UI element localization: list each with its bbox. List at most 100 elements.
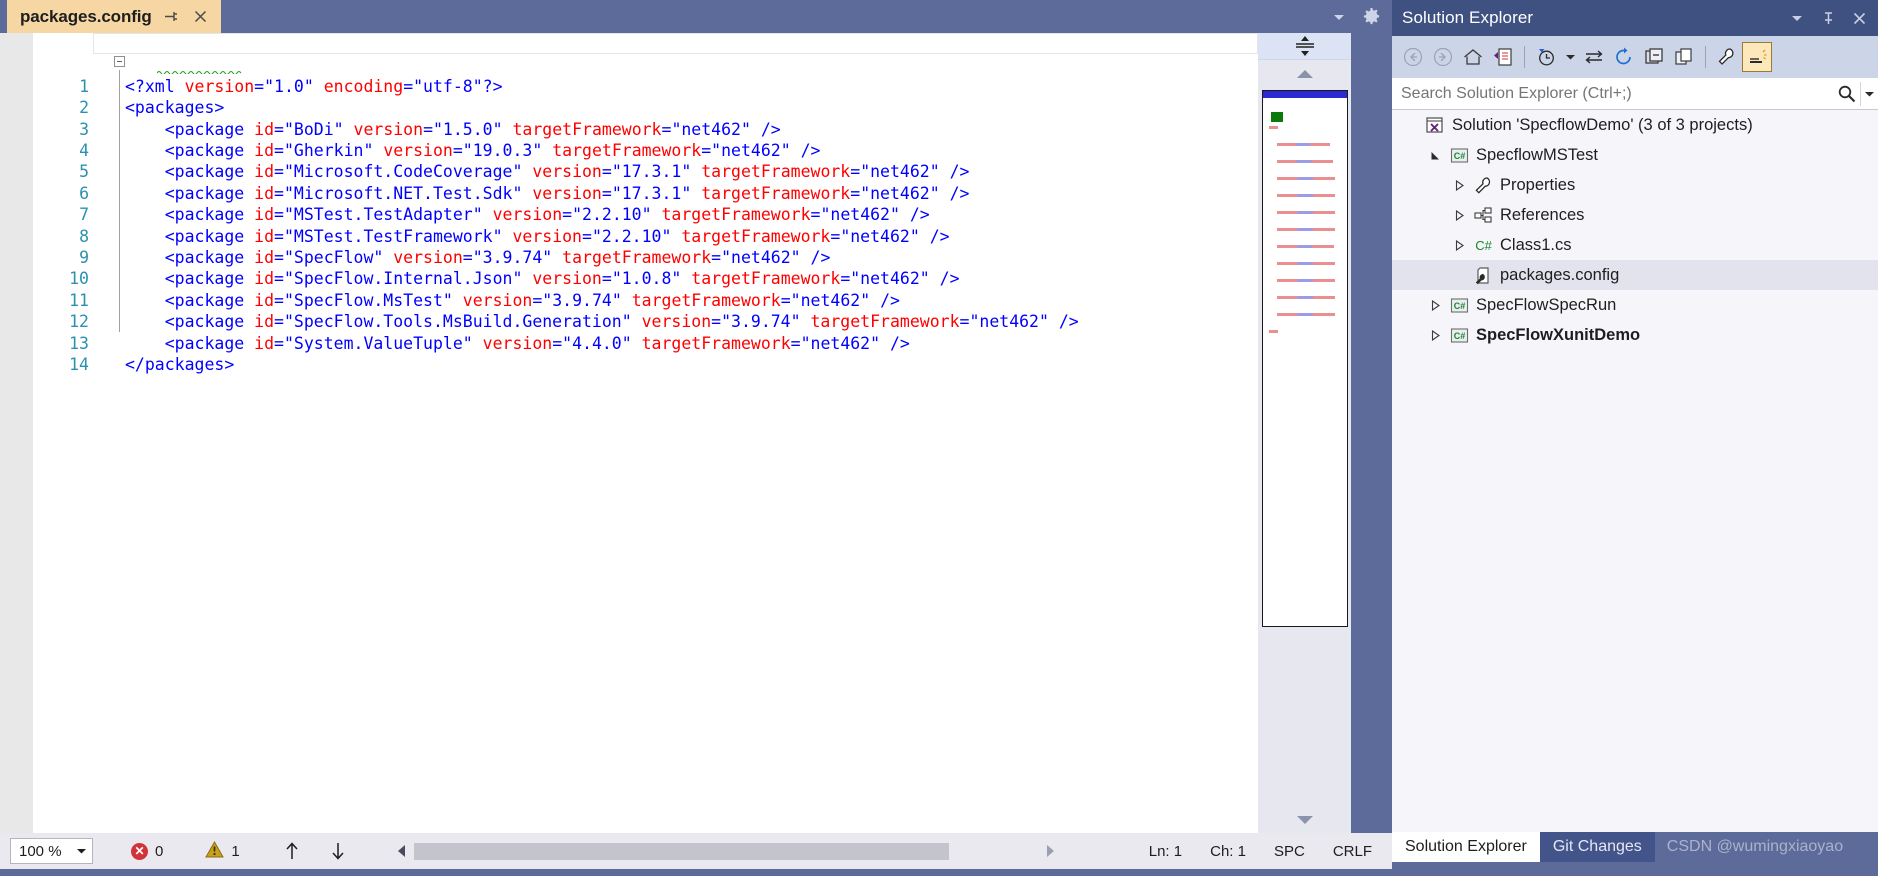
forward-button[interactable] <box>1428 42 1458 72</box>
horizontal-scrollbar-thumb[interactable] <box>414 842 949 860</box>
code-line[interactable]: 7 <package id="MSTest.TestAdapter" versi… <box>33 204 1258 225</box>
spaces-indicator[interactable]: SPC <box>1260 843 1319 860</box>
minimap-line <box>1277 177 1335 180</box>
next-issue-button[interactable] <box>320 833 356 869</box>
tree-item-specflowxunitdemo[interactable]: C# SpecFlowXunitDemo <box>1392 320 1878 350</box>
status-bar-right: Ln: 1 Ch: 1 SPC CRLF <box>1135 833 1392 869</box>
tree-item-packages-config[interactable]: packages.config <box>1392 260 1878 290</box>
code-line[interactable]: 2 <packages> <box>33 97 1258 118</box>
current-line-highlight <box>93 33 1258 55</box>
preview-pane-icon[interactable] <box>1742 42 1772 72</box>
code-line[interactable]: 12 <package id="SpecFlow.Tools.MsBuild.G… <box>33 311 1258 332</box>
code-line[interactable]: 4 <package id="Gherkin" version="19.0.3"… <box>33 140 1258 161</box>
vs-document-icon[interactable] <box>1488 42 1518 72</box>
close-icon[interactable] <box>1844 3 1874 33</box>
warning-count-item[interactable]: 1 <box>195 833 249 869</box>
split-view-icon[interactable] <box>1258 33 1351 60</box>
pin-icon[interactable] <box>1813 3 1843 33</box>
code-text-area[interactable]: 1 <?xml version="1.0" encoding="utf-8"?> 2… <box>33 33 1258 833</box>
editor-pane: packages.config 1 <?xml version="1.0" en… <box>0 0 1392 876</box>
tab-git-changes[interactable]: Git Changes <box>1539 832 1655 862</box>
minimap-line <box>1277 194 1335 197</box>
line-number: 1 <box>79 76 89 96</box>
tree-item-label: SpecflowMSTest <box>1476 145 1598 164</box>
collapsed-twisty-icon[interactable] <box>1448 230 1470 260</box>
search-icon[interactable] <box>1832 84 1860 103</box>
previous-issue-button[interactable] <box>274 833 310 869</box>
line-number: 7 <box>79 205 89 225</box>
code-line-text: <package id="Gherkin" version="19.0.3" t… <box>164 140 821 160</box>
zoom-level-combobox[interactable]: 100 % <box>10 838 93 864</box>
search-solution-explorer[interactable] <box>1392 78 1878 110</box>
code-line[interactable]: 10 <package id="SpecFlow.Internal.Json" … <box>33 268 1258 289</box>
chevron-down-icon[interactable] <box>1860 81 1878 106</box>
chevron-down-icon[interactable] <box>1782 3 1812 33</box>
scroll-right-arrow-icon[interactable] <box>1038 833 1062 869</box>
error-icon: ✕ <box>131 842 148 860</box>
config-file-icon <box>1470 260 1496 290</box>
code-line[interactable]: 11 <package id="SpecFlow.MsTest" version… <box>33 290 1258 311</box>
code-line[interactable]: 9 <package id="SpecFlow" version="3.9.74… <box>33 247 1258 268</box>
tree-item-solution-specflowdemo-3-of-3-projects[interactable]: Solution 'SpecflowDemo' (3 of 3 projects… <box>1392 110 1878 140</box>
scroll-left-arrow-icon[interactable] <box>390 833 414 869</box>
collapsed-twisty-icon[interactable] <box>1424 290 1446 320</box>
code-line-text: <?xml version="1.0" encoding="utf-8"?> <box>125 76 503 96</box>
code-line[interactable]: 1 <?xml version="1.0" encoding="utf-8"?> <box>33 76 1258 97</box>
code-line[interactable]: 8 <package id="MSTest.TestFramework" ver… <box>33 226 1258 247</box>
code-line[interactable]: 13 <package id="System.ValueTuple" versi… <box>33 333 1258 354</box>
wrench-icon <box>1470 170 1496 200</box>
chevron-down-icon[interactable] <box>1561 42 1579 72</box>
code-line[interactable]: 14 </packages> <box>33 354 1258 375</box>
collapsed-twisty-icon[interactable] <box>1448 200 1470 230</box>
line-number: 6 <box>79 183 89 203</box>
tree-item-label: packages.config <box>1500 265 1620 284</box>
code-line[interactable]: 5 <package id="Microsoft.CodeCoverage" v… <box>33 161 1258 182</box>
line-number: 10 <box>69 269 89 289</box>
tab-solution-explorer[interactable]: Solution Explorer <box>1392 832 1540 862</box>
home-icon[interactable] <box>1458 42 1488 72</box>
tree-item-specflowmstest[interactable]: C# SpecflowMSTest <box>1392 140 1878 170</box>
sync-arrows-icon[interactable] <box>1579 42 1609 72</box>
close-icon[interactable] <box>190 6 212 28</box>
collapsed-twisty-icon[interactable] <box>1448 170 1470 200</box>
solution-tree[interactable]: Solution 'SpecflowDemo' (3 of 3 projects… <box>1392 110 1878 832</box>
solution-explorer-header: Solution Explorer <box>1392 0 1878 36</box>
show-all-files-icon[interactable] <box>1669 42 1699 72</box>
tree-item-properties[interactable]: Properties <box>1392 170 1878 200</box>
back-button[interactable] <box>1398 42 1428 72</box>
tree-item-class1-cs[interactable]: C# Class1.cs <box>1392 230 1878 260</box>
search-input[interactable] <box>1392 84 1832 103</box>
code-line-text: <package id="SpecFlow.Tools.MsBuild.Gene… <box>164 312 1079 332</box>
watermark-text: CSDN @wumingxiaoyao <box>1666 838 1844 855</box>
minimap-viewport[interactable] <box>1263 91 1347 98</box>
line-number: 12 <box>69 312 89 332</box>
expanded-twisty-icon[interactable] <box>1424 140 1446 170</box>
collapsed-twisty-icon[interactable] <box>1424 320 1446 350</box>
scroll-down-arrow-icon[interactable] <box>1258 806 1351 833</box>
line-ending-indicator[interactable]: CRLF <box>1319 843 1392 860</box>
error-count-label: 0 <box>155 842 164 860</box>
solution-explorer-bottom-tabs: Solution Explorer Git Changes CSDN @wumi… <box>1392 832 1878 876</box>
minimap-line <box>1277 211 1335 214</box>
refresh-circle-icon[interactable] <box>1609 42 1639 72</box>
solution-icon <box>1422 110 1448 140</box>
editor-tab-packages-config[interactable]: packages.config <box>7 0 221 33</box>
error-count-item[interactable]: ✕ 0 <box>121 833 173 869</box>
gear-icon[interactable] <box>1356 3 1386 31</box>
clock-icon[interactable] <box>1531 42 1561 72</box>
selection-margin[interactable] <box>0 33 33 833</box>
code-line[interactable]: 6 <package id="Microsoft.NET.Test.Sdk" v… <box>33 183 1258 204</box>
code-line-text: <package id="Microsoft.CodeCoverage" ver… <box>164 162 970 182</box>
pin-icon[interactable] <box>160 6 182 28</box>
collapse-minus-icon[interactable] <box>114 56 125 67</box>
wrench-icon[interactable] <box>1712 42 1742 72</box>
horizontal-scrollbar[interactable] <box>390 833 1062 869</box>
collapse-all-icon[interactable] <box>1639 42 1669 72</box>
code-minimap[interactable] <box>1262 90 1348 627</box>
chevron-down-icon[interactable] <box>1324 3 1354 31</box>
scroll-up-arrow-icon[interactable] <box>1258 60 1351 87</box>
tree-item-specflowspecrun[interactable]: C# SpecFlowSpecRun <box>1392 290 1878 320</box>
code-line[interactable]: 3 <package id="BoDi" version="1.5.0" tar… <box>33 119 1258 140</box>
tree-item-references[interactable]: References <box>1392 200 1878 230</box>
code-line-text: <package id="MSTest.TestAdapter" version… <box>164 205 930 225</box>
